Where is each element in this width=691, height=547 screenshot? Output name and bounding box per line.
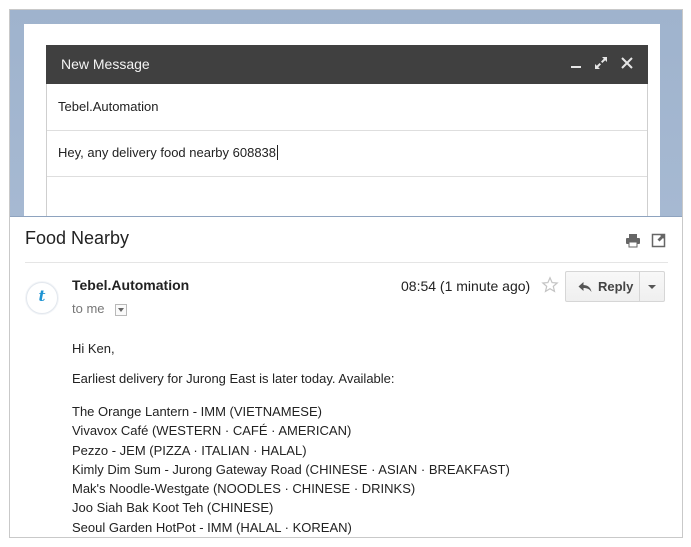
compose-title: New Message: [61, 56, 150, 72]
restaurant-item: Vivavox Café (WESTERN · CAFÉ · AMERICAN): [72, 423, 352, 439]
restaurant-item: Joo Siah Bak Koot Teh (CHINESE): [72, 500, 274, 516]
greeting: Hi Ken,: [72, 341, 115, 356]
compose-window: New Message Tebel.Automation Hey, any de…: [46, 45, 648, 216]
restaurant-list: The Orange Lantern - IMM (VIETNAMESE) Vi…: [72, 402, 510, 537]
expand-icon[interactable]: [592, 54, 610, 72]
subject-field[interactable]: Hey, any delivery food nearby 608838: [47, 131, 647, 177]
subject-value: Hey, any delivery food nearby 608838: [58, 145, 279, 160]
more-options-button[interactable]: [639, 271, 665, 302]
to-field[interactable]: Tebel.Automation: [47, 84, 647, 131]
star-icon[interactable]: [541, 276, 559, 294]
intro-line: Earliest delivery for Jurong East is lat…: [72, 371, 395, 386]
sender-name[interactable]: Tebel.Automation: [72, 277, 189, 293]
to-value: Tebel.Automation: [58, 99, 159, 114]
compose-backdrop: New Message Tebel.Automation Hey, any de…: [10, 10, 682, 217]
recipient-label: to me: [72, 301, 105, 316]
reply-label: Reply: [598, 279, 634, 294]
close-icon[interactable]: [618, 54, 636, 72]
divider: [25, 262, 668, 263]
show-details-toggle[interactable]: [115, 304, 127, 316]
timestamp: 08:54 (1 minute ago): [401, 278, 531, 294]
compose-card: New Message Tebel.Automation Hey, any de…: [24, 24, 660, 216]
compose-header[interactable]: New Message: [46, 45, 648, 84]
email-window: New Message Tebel.Automation Hey, any de…: [9, 9, 683, 538]
thread-subject: Food Nearby: [25, 228, 130, 248]
reply-button[interactable]: Reply: [565, 271, 641, 302]
text-cursor: [277, 145, 279, 160]
restaurant-item: Pezzo - JEM (PIZZA · ITALIAN · HALAL): [72, 442, 307, 458]
reply-icon: [578, 280, 592, 292]
avatar-letter: t: [38, 287, 46, 305]
restaurant-item: The Orange Lantern - IMM (VIETNAMESE): [72, 404, 322, 419]
restaurant-item: Kimly Dim Sum - Jurong Gateway Road (CHI…: [72, 461, 510, 477]
restaurant-item: Seoul Garden HotPot - IMM (HALAL · KOREA…: [72, 519, 352, 535]
minimize-icon[interactable]: [567, 54, 585, 72]
print-icon[interactable]: [625, 232, 641, 248]
new-window-icon[interactable]: [651, 232, 667, 248]
restaurant-item: Mak's Noodle-Westgate (NOODLES · CHINESE…: [72, 481, 416, 497]
avatar: t: [26, 282, 58, 314]
subject-text: Hey, any delivery food nearby 608838: [58, 145, 277, 160]
